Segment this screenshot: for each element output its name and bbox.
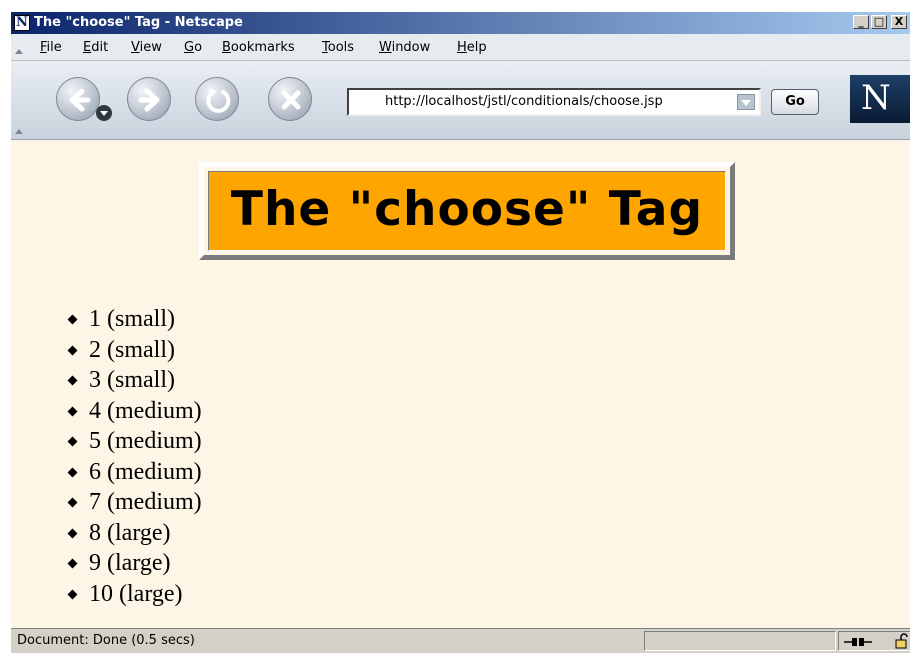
reload-button[interactable] (195, 77, 239, 121)
url-history-dropdown-icon[interactable] (737, 94, 755, 110)
list-item: 9 (large) (65, 548, 202, 579)
menubar-collapse-grip[interactable] (15, 49, 23, 54)
navigation-toolbar: http://localhost/jstl/conditionals/choos… (11, 61, 910, 140)
list-item: 2 (small) (65, 335, 202, 366)
heading-banner: The "choose" Tag (208, 171, 726, 251)
size-list: 1 (small) 2 (small) 3 (small) 4 (medium)… (65, 304, 202, 609)
list-item: 3 (small) (65, 365, 202, 396)
menu-view[interactable]: View (131, 40, 162, 55)
lock-icon[interactable] (895, 633, 909, 649)
connection-icon[interactable] (843, 634, 873, 650)
netscape-logo-icon: N (861, 78, 891, 118)
status-progress-cell (644, 631, 836, 651)
list-item: 6 (medium) (65, 457, 202, 488)
window-title: The "choose" Tag - Netscape (34, 15, 243, 30)
back-icon (69, 88, 91, 112)
list-item: 5 (medium) (65, 426, 202, 457)
chevron-down-icon (100, 111, 108, 116)
menu-bar: File Edit View Go Bookmarks Tools Window… (11, 34, 910, 61)
list-item: 4 (medium) (65, 396, 202, 427)
list-item: 1 (small) (65, 304, 202, 335)
browser-window: N The "choose" Tag - Netscape _ □ X File… (10, 12, 910, 653)
page-content: The "choose" Tag 1 (small) 2 (small) 3 (… (11, 140, 910, 628)
page-heading: The "choose" Tag (230, 182, 704, 237)
menu-go[interactable]: Go (184, 40, 202, 55)
status-icons-cell (838, 631, 910, 651)
menu-help[interactable]: Help (457, 40, 487, 55)
maximize-icon: □ (873, 15, 885, 28)
go-button[interactable]: Go (771, 89, 819, 115)
status-text: Document: Done (0.5 secs) (17, 633, 195, 648)
url-text[interactable]: http://localhost/jstl/conditionals/choos… (385, 94, 663, 109)
menu-bookmarks[interactable]: Bookmarks (222, 40, 295, 55)
minimize-icon: _ (858, 15, 864, 28)
netscape-app-icon[interactable]: N (14, 15, 30, 31)
back-button[interactable] (56, 77, 100, 121)
url-input[interactable]: http://localhost/jstl/conditionals/choos… (347, 88, 761, 116)
maximize-button[interactable]: □ (871, 15, 887, 29)
list-item: 8 (large) (65, 518, 202, 549)
stop-button[interactable] (268, 77, 312, 121)
netscape-logo[interactable]: N (850, 75, 910, 123)
list-item: 7 (medium) (65, 487, 202, 518)
stop-icon (281, 90, 301, 110)
forward-icon (138, 88, 160, 112)
menu-edit[interactable]: Edit (83, 40, 108, 55)
close-button[interactable]: X (891, 15, 907, 29)
back-history-dropdown[interactable] (96, 105, 112, 121)
list-item: 10 (large) (65, 579, 202, 610)
menu-tools[interactable]: Tools (322, 40, 354, 55)
toolbar-collapse-grip[interactable] (15, 129, 23, 134)
minimize-button[interactable]: _ (853, 15, 869, 29)
heading-frame: The "choose" Tag (199, 162, 735, 260)
menu-file[interactable]: File (40, 40, 62, 55)
reload-icon (206, 89, 231, 113)
menu-window[interactable]: Window (379, 40, 430, 55)
forward-button[interactable] (127, 77, 171, 121)
status-bar: Document: Done (0.5 secs) (11, 628, 910, 653)
title-bar[interactable]: N The "choose" Tag - Netscape _ □ X (11, 12, 910, 34)
close-icon: X (894, 15, 904, 28)
